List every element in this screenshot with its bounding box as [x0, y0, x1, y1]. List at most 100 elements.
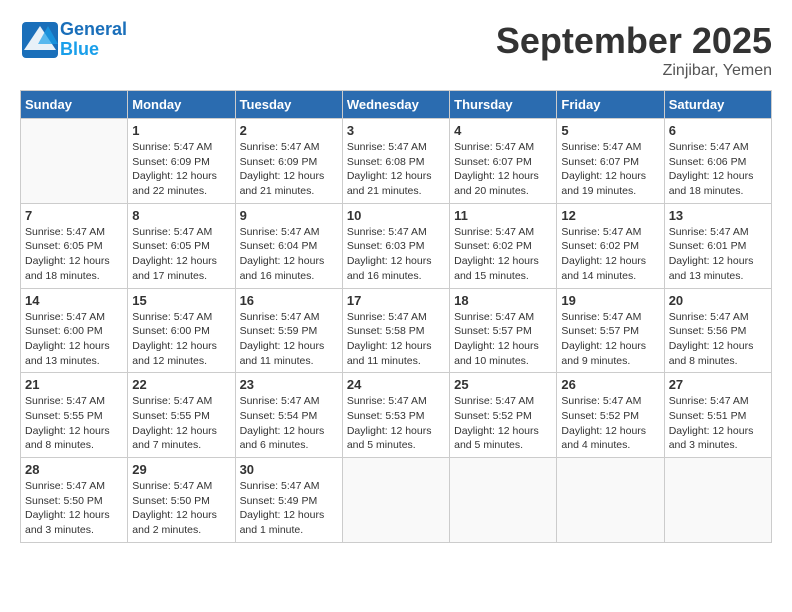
page-header: General Blue September 2025 Zinjibar, Ye…: [20, 20, 772, 80]
day-info: Sunrise: 5:47 AM Sunset: 6:00 PM Dayligh…: [25, 310, 123, 369]
day-number: 1: [132, 123, 230, 138]
day-number: 11: [454, 208, 552, 223]
day-number: 22: [132, 377, 230, 392]
calendar-cell: [664, 458, 771, 543]
day-number: 29: [132, 462, 230, 477]
day-number: 27: [669, 377, 767, 392]
calendar-week-row: 7 Sunrise: 5:47 AM Sunset: 6:05 PM Daylig…: [21, 203, 772, 288]
day-number: 28: [25, 462, 123, 477]
day-info: Sunrise: 5:47 AM Sunset: 5:55 PM Dayligh…: [25, 394, 123, 453]
calendar-cell: 6 Sunrise: 5:47 AM Sunset: 6:06 PM Daylig…: [664, 119, 771, 204]
day-info: Sunrise: 5:47 AM Sunset: 5:56 PM Dayligh…: [669, 310, 767, 369]
calendar-cell: 15 Sunrise: 5:47 AM Sunset: 6:00 PM Dayli…: [128, 288, 235, 373]
calendar-cell: 4 Sunrise: 5:47 AM Sunset: 6:07 PM Daylig…: [450, 119, 557, 204]
logo-line2: Blue: [60, 40, 127, 60]
day-number: 15: [132, 293, 230, 308]
calendar-cell: 3Sunrise: 5:47 AM Sunset: 6:08 PM Daylig…: [342, 119, 449, 204]
day-number: 21: [25, 377, 123, 392]
day-number: 24: [347, 377, 445, 392]
day-number: 19: [561, 293, 659, 308]
calendar-cell: 5 Sunrise: 5:47 AM Sunset: 6:07 PM Daylig…: [557, 119, 664, 204]
day-info: Sunrise: 5:47 AM Sunset: 6:09 PM Dayligh…: [132, 140, 230, 199]
day-info: Sunrise: 5:47 AM Sunset: 5:57 PM Dayligh…: [454, 310, 552, 369]
day-number: 26: [561, 377, 659, 392]
calendar-week-row: 1 Sunrise: 5:47 AM Sunset: 6:09 PM Daylig…: [21, 119, 772, 204]
title-block: September 2025 Zinjibar, Yemen: [496, 20, 772, 80]
logo-icon: [20, 20, 60, 60]
day-info: Sunrise: 5:47 AM Sunset: 6:09 PM Dayligh…: [240, 140, 338, 199]
day-number: 13: [669, 208, 767, 223]
calendar-cell: 1 Sunrise: 5:47 AM Sunset: 6:09 PM Daylig…: [128, 119, 235, 204]
day-info: Sunrise: 5:47 AM Sunset: 6:08 PM Dayligh…: [347, 140, 445, 199]
day-number: 17: [347, 293, 445, 308]
calendar-cell: 23 Sunrise: 5:47 AM Sunset: 5:54 PM Dayli…: [235, 373, 342, 458]
calendar-cell: 17 Sunrise: 5:47 AM Sunset: 5:58 PM Dayli…: [342, 288, 449, 373]
day-info: Sunrise: 5:47 AM Sunset: 5:51 PM Dayligh…: [669, 394, 767, 453]
weekday-header-friday: Friday: [557, 91, 664, 119]
day-number: 5: [561, 123, 659, 138]
day-number: 8: [132, 208, 230, 223]
calendar-cell: 16 Sunrise: 5:47 AM Sunset: 5:59 PM Dayli…: [235, 288, 342, 373]
day-info: Sunrise: 5:47 AM Sunset: 5:50 PM Dayligh…: [25, 479, 123, 538]
calendar-cell: 9 Sunrise: 5:47 AM Sunset: 6:04 PM Daylig…: [235, 203, 342, 288]
day-info: Sunrise: 5:47 AM Sunset: 6:05 PM Dayligh…: [132, 225, 230, 284]
calendar-cell: 2Sunrise: 5:47 AM Sunset: 6:09 PM Daylig…: [235, 119, 342, 204]
day-info: Sunrise: 5:47 AM Sunset: 6:02 PM Dayligh…: [561, 225, 659, 284]
calendar-week-row: 28 Sunrise: 5:47 AM Sunset: 5:50 PM Dayli…: [21, 458, 772, 543]
location: Zinjibar, Yemen: [496, 62, 772, 80]
weekday-header-thursday: Thursday: [450, 91, 557, 119]
calendar-cell: [342, 458, 449, 543]
weekday-header-wednesday: Wednesday: [342, 91, 449, 119]
day-info: Sunrise: 5:47 AM Sunset: 6:03 PM Dayligh…: [347, 225, 445, 284]
day-info: Sunrise: 5:47 AM Sunset: 5:58 PM Dayligh…: [347, 310, 445, 369]
day-info: Sunrise: 5:47 AM Sunset: 6:04 PM Dayligh…: [240, 225, 338, 284]
day-info: Sunrise: 5:47 AM Sunset: 6:02 PM Dayligh…: [454, 225, 552, 284]
calendar-cell: [557, 458, 664, 543]
day-info: Sunrise: 5:47 AM Sunset: 5:54 PM Dayligh…: [240, 394, 338, 453]
day-number: 18: [454, 293, 552, 308]
day-info: Sunrise: 5:47 AM Sunset: 6:07 PM Dayligh…: [454, 140, 552, 199]
day-info: Sunrise: 5:47 AM Sunset: 5:55 PM Dayligh…: [132, 394, 230, 453]
calendar-week-row: 14 Sunrise: 5:47 AM Sunset: 6:00 PM Dayli…: [21, 288, 772, 373]
day-number: 23: [240, 377, 338, 392]
day-info: Sunrise: 5:47 AM Sunset: 5:49 PM Dayligh…: [240, 479, 338, 538]
day-number: 9: [240, 208, 338, 223]
calendar-cell: 19 Sunrise: 5:47 AM Sunset: 5:57 PM Dayli…: [557, 288, 664, 373]
calendar-cell: 20 Sunrise: 5:47 AM Sunset: 5:56 PM Dayli…: [664, 288, 771, 373]
day-info: Sunrise: 5:47 AM Sunset: 6:06 PM Dayligh…: [669, 140, 767, 199]
calendar-cell: [450, 458, 557, 543]
day-number: 12: [561, 208, 659, 223]
calendar-cell: 12 Sunrise: 5:47 AM Sunset: 6:02 PM Dayli…: [557, 203, 664, 288]
calendar-cell: 24 Sunrise: 5:47 AM Sunset: 5:53 PM Dayli…: [342, 373, 449, 458]
day-info: Sunrise: 5:47 AM Sunset: 5:53 PM Dayligh…: [347, 394, 445, 453]
day-number: 7: [25, 208, 123, 223]
day-number: 25: [454, 377, 552, 392]
day-info: Sunrise: 5:47 AM Sunset: 5:57 PM Dayligh…: [561, 310, 659, 369]
calendar-cell: 14 Sunrise: 5:47 AM Sunset: 6:00 PM Dayli…: [21, 288, 128, 373]
weekday-header-tuesday: Tuesday: [235, 91, 342, 119]
day-number: 4: [454, 123, 552, 138]
calendar-cell: 18 Sunrise: 5:47 AM Sunset: 5:57 PM Dayli…: [450, 288, 557, 373]
day-info: Sunrise: 5:47 AM Sunset: 6:07 PM Dayligh…: [561, 140, 659, 199]
calendar-week-row: 21 Sunrise: 5:47 AM Sunset: 5:55 PM Dayli…: [21, 373, 772, 458]
day-number: 6: [669, 123, 767, 138]
logo: General Blue: [20, 20, 127, 60]
day-info: Sunrise: 5:47 AM Sunset: 5:52 PM Dayligh…: [454, 394, 552, 453]
calendar-cell: [21, 119, 128, 204]
calendar-cell: 22 Sunrise: 5:47 AM Sunset: 5:55 PM Dayli…: [128, 373, 235, 458]
day-info: Sunrise: 5:47 AM Sunset: 5:52 PM Dayligh…: [561, 394, 659, 453]
calendar-cell: 30Sunrise: 5:47 AM Sunset: 5:49 PM Dayli…: [235, 458, 342, 543]
day-number: 14: [25, 293, 123, 308]
weekday-header-monday: Monday: [128, 91, 235, 119]
calendar-table: SundayMondayTuesdayWednesdayThursdayFrid…: [20, 90, 772, 543]
day-number: 10: [347, 208, 445, 223]
calendar-cell: 11 Sunrise: 5:47 AM Sunset: 6:02 PM Dayli…: [450, 203, 557, 288]
day-number: 16: [240, 293, 338, 308]
day-info: Sunrise: 5:47 AM Sunset: 6:05 PM Dayligh…: [25, 225, 123, 284]
day-info: Sunrise: 5:47 AM Sunset: 5:50 PM Dayligh…: [132, 479, 230, 538]
day-info: Sunrise: 5:47 AM Sunset: 5:59 PM Dayligh…: [240, 310, 338, 369]
calendar-cell: 8 Sunrise: 5:47 AM Sunset: 6:05 PM Daylig…: [128, 203, 235, 288]
calendar-cell: 10 Sunrise: 5:47 AM Sunset: 6:03 PM Dayli…: [342, 203, 449, 288]
day-info: Sunrise: 5:47 AM Sunset: 6:00 PM Dayligh…: [132, 310, 230, 369]
day-number: 20: [669, 293, 767, 308]
